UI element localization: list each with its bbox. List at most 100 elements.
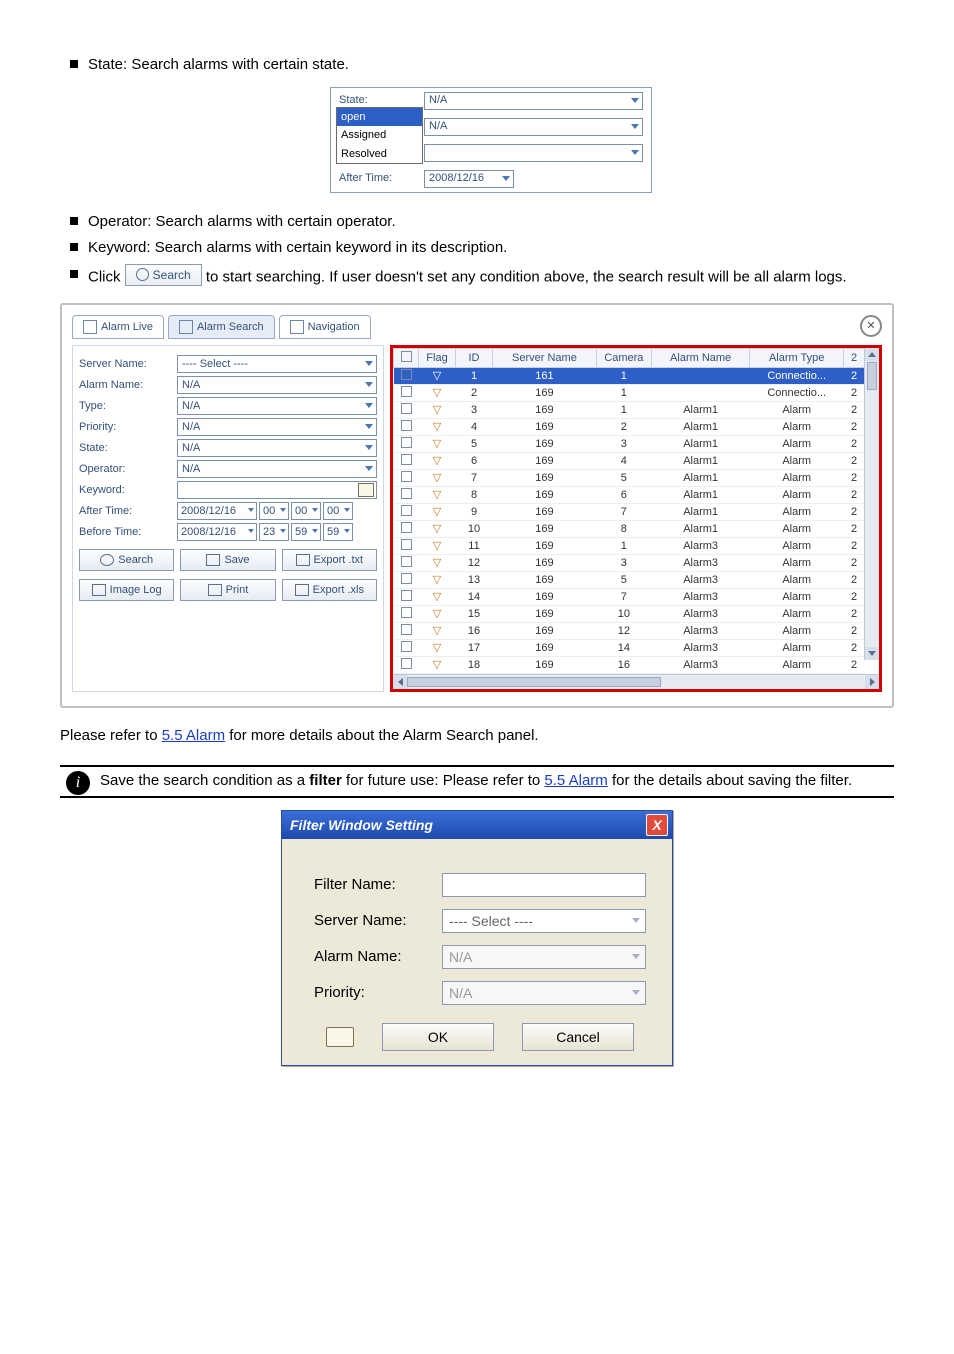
table-row[interactable]: ▽61694Alarm1Alarm2 [394,452,865,469]
sf-operator-value[interactable]: N/A [424,118,643,136]
scroll-left-icon[interactable] [393,675,407,689]
row-flag: ▽ [419,656,456,673]
col-camera[interactable]: Camera [596,348,651,367]
row-checkbox[interactable] [401,505,412,516]
table-row[interactable]: ▽131695Alarm3Alarm2 [394,571,865,588]
link-alarm-section[interactable]: 5.5 Alarm [162,727,225,744]
row-checkbox[interactable] [401,607,412,618]
table-row[interactable]: ▽1616912Alarm3Alarm2 [394,622,865,639]
input-priority[interactable]: N/A [177,418,377,436]
save-button[interactable]: Save [180,549,275,571]
dlg-input-priority[interactable]: N/A [442,981,646,1005]
cancel-button[interactable]: Cancel [522,1023,634,1051]
row-checkbox[interactable] [401,590,412,601]
input-state[interactable]: N/A [177,439,377,457]
dlg-input-server-name[interactable]: ---- Select ---- [442,909,646,933]
col-server[interactable]: Server Name [493,348,597,367]
scroll-thumb[interactable] [867,362,877,390]
row-checkbox[interactable] [401,420,412,431]
results-panel: Flag ID Server Name Camera Alarm Name Al… [390,345,882,692]
keyboard-icon[interactable] [326,1027,354,1047]
dlg-input-alarm-name[interactable]: N/A [442,945,646,969]
export-xls-button[interactable]: Export .xls [282,579,377,601]
table-row[interactable]: ▽21691Connectio...2 [394,384,865,401]
row-checkbox[interactable] [401,369,412,380]
state-dropdown-list[interactable]: open Assigned Resolved [336,107,423,165]
row-checkbox[interactable] [401,573,412,584]
lbl-operator: Operator: [79,463,177,475]
table-row[interactable]: ▽91697Alarm1Alarm2 [394,503,865,520]
sf-state-value[interactable]: N/A [424,92,643,110]
link-alarm-section-2[interactable]: 5.5 Alarm [544,772,607,789]
table-row[interactable]: ▽31691Alarm1Alarm2 [394,401,865,418]
row-checkbox[interactable] [401,556,412,567]
table-row[interactable]: ▽1816916Alarm3Alarm2 [394,656,865,673]
scroll-right-icon[interactable] [865,675,879,689]
tab-alarm-search[interactable]: Alarm Search [168,315,275,339]
tab-navigation[interactable]: Navigation [279,315,371,339]
table-row[interactable]: ▽81696Alarm1Alarm2 [394,486,865,503]
table-row[interactable]: ▽51693Alarm1Alarm2 [394,435,865,452]
row-checkbox[interactable] [401,658,412,669]
keyboard-icon[interactable] [358,483,374,497]
input-alarm-name[interactable]: N/A [177,376,377,394]
search-button[interactable]: Search [79,549,174,571]
row-checkbox[interactable] [401,488,412,499]
table-row[interactable]: ▽1516910Alarm3Alarm2 [394,605,865,622]
image-log-button[interactable]: Image Log [79,579,174,601]
scroll-up-icon[interactable] [865,348,879,361]
sf-aftertime-value[interactable]: 2008/12/16 [424,170,514,188]
row-checkbox[interactable] [401,539,412,550]
row-checkbox[interactable] [401,403,412,414]
ok-button[interactable]: OK [382,1023,494,1051]
close-icon[interactable]: ✕ [860,315,882,337]
input-operator[interactable]: N/A [177,460,377,478]
input-type[interactable]: N/A [177,397,377,415]
table-row[interactable]: ▽11611Connectio...2 [394,367,865,384]
col-flag[interactable]: Flag [419,348,456,367]
tab-alarm-live[interactable]: Alarm Live [72,315,164,339]
input-keyword[interactable] [177,481,377,499]
header-checkbox[interactable] [401,351,412,362]
table-row[interactable]: ▽111691Alarm3Alarm2 [394,537,865,554]
print-button[interactable]: Print [180,579,275,601]
before-date[interactable]: 2008/12/16 [177,523,257,541]
after-sec[interactable]: 00 [323,502,353,520]
before-hour[interactable]: 23 [259,523,289,541]
table-row[interactable]: ▽121693Alarm3Alarm2 [394,554,865,571]
dialog-close-icon[interactable]: X [646,814,668,836]
state-option-open[interactable]: open [337,108,422,127]
row-checkbox[interactable] [401,471,412,482]
row-checkbox[interactable] [401,437,412,448]
after-min[interactable]: 00 [291,502,321,520]
table-row[interactable]: ▽141697Alarm3Alarm2 [394,588,865,605]
row-flag: ▽ [419,452,456,469]
scroll-thumb-h[interactable] [407,677,661,687]
table-row[interactable]: ▽71695Alarm1Alarm2 [394,469,865,486]
before-min[interactable]: 59 [291,523,321,541]
dlg-input-filter-name[interactable] [442,873,646,897]
state-option-resolved[interactable]: Resolved [337,145,422,164]
input-server-name[interactable]: ---- Select ---- [177,355,377,373]
col-id[interactable]: ID [456,348,493,367]
export-txt-button[interactable]: Export .txt [282,549,377,571]
state-option-assigned[interactable]: Assigned [337,126,422,145]
row-alarm: Alarm1 [651,418,750,435]
table-row[interactable]: ▽101698Alarm1Alarm2 [394,520,865,537]
row-checkbox[interactable] [401,641,412,652]
scroll-down-icon[interactable] [865,647,879,660]
vertical-scrollbar[interactable] [864,348,879,660]
row-checkbox[interactable] [401,454,412,465]
row-checkbox[interactable] [401,522,412,533]
table-row[interactable]: ▽1716914Alarm3Alarm2 [394,639,865,656]
row-checkbox[interactable] [401,624,412,635]
table-row[interactable]: ▽41692Alarm1Alarm2 [394,418,865,435]
after-date[interactable]: 2008/12/16 [177,502,257,520]
after-hour[interactable]: 00 [259,502,289,520]
row-checkbox[interactable] [401,386,412,397]
sf-keyword-input[interactable] [424,144,643,162]
horizontal-scrollbar[interactable] [393,674,879,689]
col-alarm-name[interactable]: Alarm Name [651,348,750,367]
col-alarm-type[interactable]: Alarm Type [750,348,844,367]
before-sec[interactable]: 59 [323,523,353,541]
